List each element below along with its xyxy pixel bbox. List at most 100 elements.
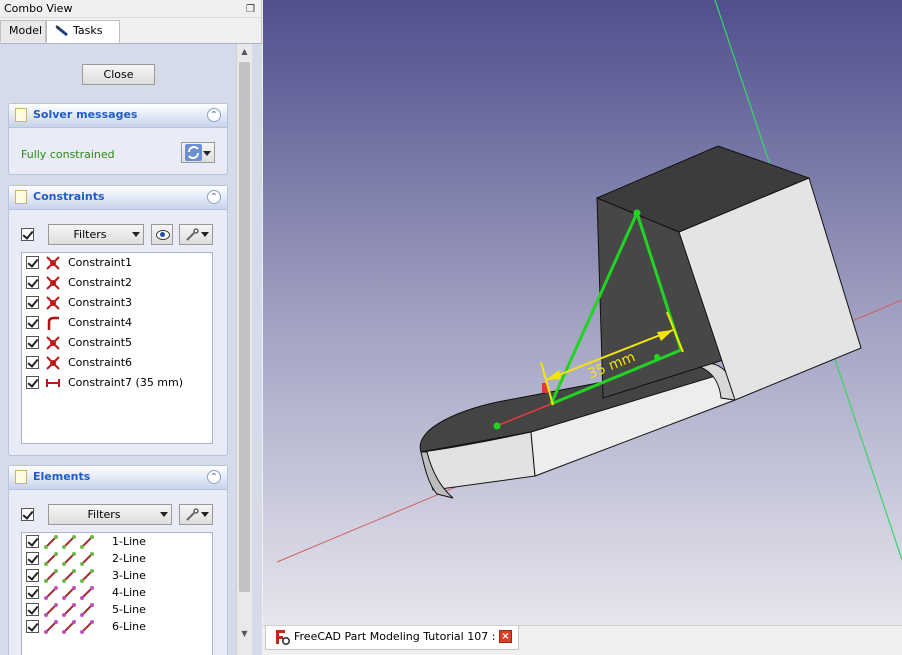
solver-messages-header[interactable]: Solver messages ⌃ (9, 104, 227, 128)
tangent-icon (47, 316, 59, 330)
freecad-logo-icon (276, 630, 290, 645)
list-item[interactable]: 1-Line (22, 533, 212, 550)
solver-messages-title: Solver messages (33, 108, 138, 121)
constraint-label: Constraint6 (68, 356, 133, 369)
coincident-icon (46, 356, 60, 370)
constraint-checkbox[interactable] (26, 296, 39, 309)
solver-messages-box: Solver messages ⌃ Fully constrained (8, 103, 228, 175)
element-checkbox[interactable] (26, 552, 39, 565)
wrench-icon (186, 228, 199, 241)
element-checkbox[interactable] (26, 620, 39, 633)
constraint-label: Constraint4 (68, 316, 133, 329)
sketch-point (493, 422, 501, 430)
tab-model-label: Model (9, 24, 43, 37)
task-box-icon (15, 470, 27, 484)
coincident-icon (46, 296, 60, 310)
list-item[interactable]: Constraint2 (22, 273, 212, 293)
constraints-header[interactable]: Constraints ⌃ (9, 186, 227, 210)
solver-status-text: Fully constrained (21, 148, 115, 161)
element-label: 6-Line (112, 620, 146, 633)
constraint-label: Constraint5 (68, 336, 133, 349)
chevron-down-icon (203, 151, 211, 156)
restore-icon[interactable]: ❐ (246, 1, 255, 18)
list-item[interactable]: Constraint3 (22, 293, 212, 313)
collapse-icon[interactable]: ⌃ (207, 190, 221, 204)
list-item[interactable]: 6-Line (22, 618, 212, 635)
constraints-box: Constraints ⌃ Filters Constraint1 Constr… (8, 185, 228, 456)
element-label: 4-Line (112, 586, 146, 599)
constraints-filters-dropdown[interactable]: Filters (48, 224, 144, 245)
elements-header[interactable]: Elements ⌃ (9, 466, 227, 490)
dimension-arrow (546, 370, 561, 380)
list-item[interactable]: Constraint7 (35 mm) (22, 373, 212, 393)
elements-settings-button[interactable] (179, 504, 213, 525)
combo-view-titlebar: Combo View ❐ (0, 0, 261, 18)
collapse-icon[interactable]: ⌃ (207, 470, 221, 484)
solver-refresh-button[interactable] (181, 142, 215, 163)
constraint-label: Constraint7 (35 mm) (68, 376, 184, 389)
constraint-checkbox[interactable] (26, 356, 39, 369)
3d-viewport[interactable]: 35 mm (263, 0, 902, 625)
document-tab-label: FreeCAD Part Modeling Tutorial 107 : 1* (294, 630, 512, 643)
chevron-down-icon (201, 232, 209, 237)
line-segment-icon (44, 620, 94, 634)
element-label: 2-Line (112, 552, 146, 565)
distance-icon (46, 379, 60, 387)
constraint-checkbox[interactable] (26, 376, 39, 389)
combo-tabs: Model Tasks (0, 18, 261, 43)
close-button[interactable]: Close (82, 64, 155, 85)
element-checkbox[interactable] (26, 535, 39, 548)
list-item[interactable]: Constraint5 (22, 333, 212, 353)
element-label: 3-Line (112, 569, 146, 582)
constraint-label: Constraint2 (68, 276, 133, 289)
constraint-checkbox[interactable] (26, 276, 39, 289)
chevron-down-icon (160, 512, 168, 517)
constraint-list[interactable]: Constraint1 Constraint2 Constraint3 Cons… (21, 252, 213, 444)
elements-filters-dropdown[interactable]: Filters (48, 504, 172, 525)
combo-view-panel: Combo View ❐ Model Tasks Close Solver me… (0, 0, 262, 655)
coincident-icon (46, 276, 60, 290)
sketch-point (633, 209, 641, 217)
task-panel: Close Solver messages ⌃ Fully constraine… (0, 43, 262, 655)
element-checkbox[interactable] (26, 603, 39, 616)
combo-view-title: Combo View (4, 2, 73, 15)
elements-select-all-checkbox[interactable] (21, 508, 34, 521)
element-list[interactable]: 1-Line 2-Line 3-Line 4-Line 5-Line 6-Lin… (21, 532, 213, 655)
task-box-icon (15, 190, 27, 204)
tab-model[interactable]: Model (0, 20, 46, 42)
constraint-checkbox[interactable] (26, 336, 39, 349)
tab-tasks-label: Tasks (73, 24, 103, 37)
list-item[interactable]: Constraint4 (22, 313, 212, 333)
document-tab[interactable]: FreeCAD Part Modeling Tutorial 107 : 1* … (265, 626, 519, 650)
list-item[interactable]: Constraint1 (22, 253, 212, 273)
document-tab-bar: FreeCAD Part Modeling Tutorial 107 : 1* … (263, 625, 902, 655)
list-item[interactable]: 4-Line (22, 584, 212, 601)
task-panel-scrollbar[interactable]: ▲ ▼ (236, 44, 252, 655)
constraint-checkbox[interactable] (26, 256, 39, 269)
3d-scene: 35 mm (276, 0, 902, 563)
elements-filter-row: Filters (21, 504, 221, 526)
list-item[interactable]: 2-Line (22, 550, 212, 567)
list-item[interactable]: 5-Line (22, 601, 212, 618)
line-segment-icon (44, 552, 94, 566)
scroll-down-icon[interactable]: ▼ (237, 626, 252, 642)
list-item[interactable]: Constraint6 (22, 353, 212, 373)
constraints-settings-button[interactable] (179, 224, 213, 245)
close-icon[interactable]: × (499, 630, 512, 643)
element-checkbox[interactable] (26, 586, 39, 599)
constraints-select-all-checkbox[interactable] (21, 228, 34, 241)
visibility-eye-button[interactable] (151, 224, 173, 245)
constraint-checkbox[interactable] (26, 316, 39, 329)
collapse-icon[interactable]: ⌃ (207, 108, 221, 122)
element-checkbox[interactable] (26, 569, 39, 582)
tab-tasks[interactable]: Tasks (46, 20, 120, 43)
constraints-filter-row: Filters (21, 224, 221, 246)
task-box-icon (15, 108, 27, 122)
coincident-icon (46, 336, 60, 350)
chevron-down-icon (201, 512, 209, 517)
elements-box: Elements ⌃ Filters 1-Line 2-Line 3-Line … (8, 465, 228, 655)
list-item[interactable]: 3-Line (22, 567, 212, 584)
scrollbar-thumb[interactable] (239, 62, 250, 592)
element-label: 1-Line (112, 535, 146, 548)
scroll-up-icon[interactable]: ▲ (237, 44, 252, 60)
